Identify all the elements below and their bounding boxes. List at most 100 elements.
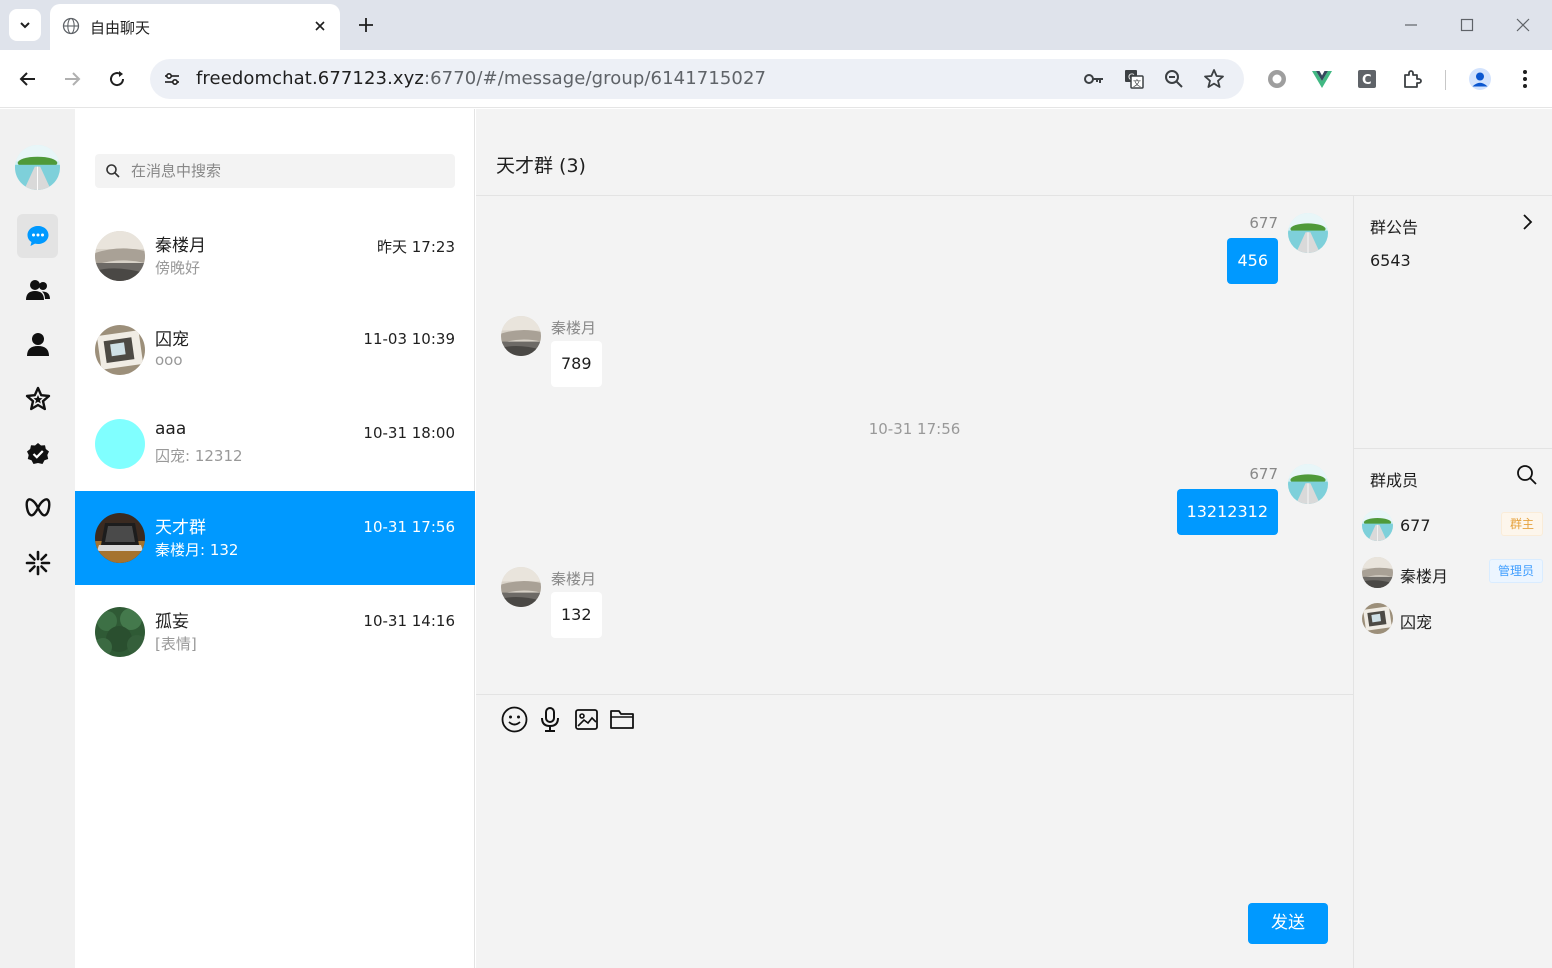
password-key-button[interactable] xyxy=(1083,68,1105,90)
more-vertical-icon xyxy=(1523,70,1527,88)
tab-search-button[interactable] xyxy=(9,9,41,41)
profile-button[interactable] xyxy=(1468,67,1492,91)
chat-header: 天才群 (3) xyxy=(476,109,1552,196)
conversation-item[interactable]: 秦楼月 傍晚好 昨天 17:23 xyxy=(75,209,475,303)
send-button[interactable]: 发送 xyxy=(1248,903,1328,944)
conversation-preview: 秦楼月: 132 xyxy=(155,541,239,559)
site-info-button[interactable] xyxy=(160,67,184,91)
close-icon xyxy=(315,21,325,31)
nav-groups[interactable] xyxy=(17,268,58,312)
svg-text:C: C xyxy=(1362,73,1372,88)
nav-verified[interactable] xyxy=(17,432,58,476)
member-name: 秦楼月 xyxy=(1400,567,1449,586)
zoom-button[interactable] xyxy=(1163,68,1185,90)
message-avatar[interactable] xyxy=(501,567,541,607)
emoji-button[interactable] xyxy=(500,705,528,733)
notice-expand-button[interactable] xyxy=(1518,213,1536,231)
members-title: 群成员 xyxy=(1370,471,1419,490)
message-bubble[interactable]: 13212312 xyxy=(1176,489,1278,535)
extensions-button[interactable] xyxy=(1400,67,1424,91)
nav-favorites[interactable] xyxy=(17,377,58,421)
owner-badge: 群主 xyxy=(1501,512,1544,536)
message-avatar[interactable] xyxy=(1288,213,1328,253)
nav-discover[interactable] xyxy=(17,541,58,585)
plus-icon xyxy=(359,18,373,32)
minimize-button[interactable] xyxy=(1400,14,1422,36)
chat-panel: 天才群 (3) 677 456 秦楼月 789 10-31 17:56 677 … xyxy=(476,109,1552,968)
verified-badge-icon xyxy=(26,443,49,464)
conversation-time: 10-31 18:00 xyxy=(363,424,455,442)
nav-contacts[interactable] xyxy=(17,322,58,366)
chevron-down-icon xyxy=(20,22,30,29)
conversation-item-active[interactable]: 天才群 秦楼月: 132 10-31 17:56 xyxy=(75,491,475,585)
browser-menu-button[interactable] xyxy=(1513,67,1537,91)
message-composer[interactable]: 发送 xyxy=(476,694,1353,968)
tab-close-button[interactable] xyxy=(310,16,330,36)
forward-button[interactable] xyxy=(59,66,85,92)
avatar xyxy=(1362,510,1393,541)
file-button[interactable] xyxy=(608,705,636,733)
extension-c-button[interactable]: C xyxy=(1355,67,1379,91)
reload-button[interactable] xyxy=(104,66,130,92)
user-icon xyxy=(26,333,49,356)
arrow-left-icon xyxy=(19,72,35,86)
message-sender: 秦楼月 xyxy=(551,570,597,588)
member-search-button[interactable] xyxy=(1516,464,1538,486)
group-notice[interactable]: 群公告 6543 xyxy=(1354,196,1552,449)
url-text[interactable]: freedomchat.677123.xyz:6770/#/message/gr… xyxy=(196,68,766,89)
nav-meta[interactable] xyxy=(17,486,58,530)
conversation-item[interactable]: aaa 囚宠: 12312 10-31 18:00 xyxy=(75,397,475,491)
browser-toolbar: freedomchat.677123.xyz:6770/#/message/gr… xyxy=(0,50,1552,108)
message-search[interactable] xyxy=(95,154,455,188)
member-item[interactable]: 秦楼月 管理员 xyxy=(1354,553,1552,593)
avatar xyxy=(1362,603,1393,634)
conversation-item[interactable]: 孤妄 [表情] 10-31 14:16 xyxy=(75,585,475,679)
minimize-icon xyxy=(1405,24,1417,26)
nav-messages[interactable] xyxy=(17,214,58,258)
translate-icon: G文 xyxy=(1125,70,1144,89)
search-input[interactable] xyxy=(131,154,431,188)
member-item[interactable]: 囚宠 xyxy=(1354,599,1552,639)
toolbar-divider xyxy=(1445,70,1446,90)
window-close-button[interactable] xyxy=(1512,14,1534,36)
star-icon xyxy=(25,386,50,411)
avatar xyxy=(95,231,145,281)
conversation-item[interactable]: 囚宠 ooo 11-03 10:39 xyxy=(75,303,475,397)
notice-content: 6543 xyxy=(1370,251,1411,270)
admin-badge: 管理员 xyxy=(1489,559,1544,583)
star-icon xyxy=(1204,69,1224,88)
vue-devtools-button[interactable] xyxy=(1310,67,1334,91)
member-item[interactable]: 677 群主 xyxy=(1354,506,1552,546)
message-avatar[interactable] xyxy=(1288,464,1328,504)
conversation-time: 10-31 17:56 xyxy=(363,518,455,536)
message-sender: 秦楼月 xyxy=(551,319,597,337)
circle-extension-icon xyxy=(1268,70,1286,88)
avatar xyxy=(95,513,145,563)
search-icon xyxy=(1517,465,1537,485)
bookmark-button[interactable] xyxy=(1203,68,1225,90)
avatar xyxy=(95,419,145,469)
browser-tab[interactable]: 自由聊天 xyxy=(50,4,340,50)
conversation-list: 秦楼月 傍晚好 昨天 17:23 囚宠 ooo 11-03 10:39 aaa … xyxy=(75,109,475,968)
conversation-time: 11-03 10:39 xyxy=(363,330,455,348)
conversation-preview: 囚宠: 12312 xyxy=(155,447,243,465)
translate-button[interactable]: G文 xyxy=(1123,68,1145,90)
vue-icon xyxy=(1312,71,1332,88)
address-bar[interactable]: freedomchat.677123.xyz:6770/#/message/gr… xyxy=(150,59,1244,99)
avatar xyxy=(95,607,145,657)
extension-circle-button[interactable] xyxy=(1265,67,1289,91)
globe-icon xyxy=(62,17,80,35)
image-button[interactable] xyxy=(572,705,600,733)
my-avatar[interactable] xyxy=(15,145,60,190)
maximize-button[interactable] xyxy=(1456,14,1478,36)
new-tab-button[interactable] xyxy=(354,13,378,37)
message-bubble[interactable]: 456 xyxy=(1227,238,1278,284)
back-button[interactable] xyxy=(15,66,41,92)
emoji-icon xyxy=(501,706,527,732)
svg-text:文: 文 xyxy=(1133,78,1141,88)
message-avatar[interactable] xyxy=(501,316,541,356)
voice-button[interactable] xyxy=(536,705,564,733)
message-bubble[interactable]: 132 xyxy=(551,592,602,638)
member-name: 囚宠 xyxy=(1400,613,1433,632)
message-bubble[interactable]: 789 xyxy=(551,341,602,387)
